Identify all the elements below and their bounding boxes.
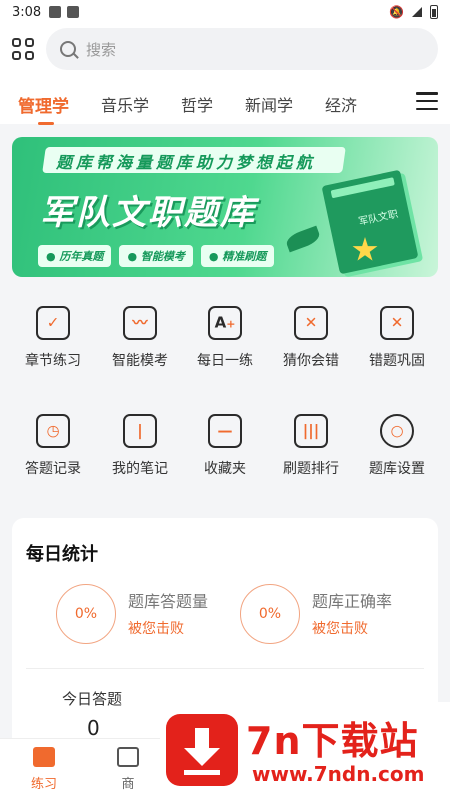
search-placeholder: 搜索	[86, 40, 117, 59]
banner-pill: ● 精准刷题	[200, 245, 275, 267]
grid-label: 错题巩固	[369, 353, 425, 369]
calendar-clock-icon: ◷	[36, 414, 70, 448]
grid-label: 章节练习	[25, 353, 81, 369]
signal-icon	[412, 7, 422, 17]
nav-label: 商	[121, 777, 135, 792]
checkbox-icon: ✓	[36, 306, 70, 340]
banner-pill: ● 历年真题	[38, 245, 112, 267]
nav-label: 练习	[30, 777, 57, 792]
leaf-decoration	[284, 225, 322, 253]
app-notification-icon	[67, 6, 80, 18]
search-input[interactable]: 搜索	[46, 28, 438, 70]
watermark-title: 7n下载站	[246, 719, 419, 763]
banner-title: 军队文职题库	[40, 193, 256, 233]
grid-label: 猜你会错	[283, 353, 339, 369]
store-icon	[117, 747, 139, 767]
status-time: 3:08	[12, 4, 42, 20]
grid-item-favorites[interactable]: — 收藏夹	[180, 414, 270, 478]
grid-item-chapter-practice[interactable]: ✓ 章节练习	[8, 306, 98, 370]
folder-icon: —	[208, 414, 242, 448]
grid-item-my-notes[interactable]: | 我的笔记	[95, 414, 185, 478]
battery-icon	[430, 5, 438, 19]
ranking-chart-icon: |||	[294, 414, 328, 448]
wrong-questions-icon: ✕	[380, 306, 414, 340]
grid-label: 题库设置	[369, 461, 425, 477]
tab-music[interactable]: 音乐学	[101, 92, 149, 116]
tab-journalism[interactable]: 新闻学	[245, 92, 293, 116]
grid-item-wrong-review[interactable]: ✕ 错题巩固	[352, 306, 442, 370]
download-arrow-icon	[166, 714, 238, 786]
nav-practice[interactable]: 练习	[14, 747, 74, 792]
grid-item-ranking[interactable]: ||| 刷题排行	[266, 414, 356, 478]
tab-economics[interactable]: 经济	[325, 92, 357, 116]
site-watermark: 7n下载站 www.7ndn.com	[160, 702, 450, 800]
banner-pills: ● 历年真题 ● 智能模考 ● 精准刷题	[38, 245, 275, 267]
notebook-icon: |	[123, 414, 157, 448]
status-bar: 3:08 🔕	[0, 0, 450, 24]
daily-practice-icon: A+	[208, 306, 242, 340]
grid-label: 收藏夹	[204, 461, 246, 477]
grid-item-bank-settings[interactable]: ○ 题库设置	[352, 414, 442, 478]
nav-store[interactable]: 商	[98, 747, 158, 792]
subject-tabs: 管理学 音乐学 哲学 新闻学 经济	[0, 86, 450, 125]
watermark-url: www.7ndn.com	[252, 762, 425, 786]
today-answers-value: 0	[87, 716, 100, 740]
tabs-fade	[384, 86, 414, 122]
grid-item-smart-mock[interactable]: 〰 智能模考	[95, 306, 185, 370]
menu-icon[interactable]	[416, 92, 438, 110]
answer-volume-circle: 0%	[56, 584, 116, 644]
search-icon	[60, 41, 76, 57]
tab-management[interactable]: 管理学	[18, 92, 69, 125]
banner-pill: ● 智能模考	[119, 245, 193, 267]
grid-label: 每日一练	[197, 353, 253, 369]
mute-bell-icon: 🔕	[389, 5, 404, 19]
accuracy-label: 题库正确率	[312, 592, 393, 611]
category-grid-icon[interactable]	[12, 38, 34, 60]
grid-label: 智能模考	[112, 353, 168, 369]
grid-label: 我的笔记	[112, 461, 168, 477]
stats-title: 每日统计	[26, 544, 98, 565]
promo-banner[interactable]: 题库帮海量题库助力梦想起航 军队文职题库 ● 历年真题 ● 智能模考 ● 精准刷…	[12, 137, 438, 277]
divider	[26, 668, 424, 669]
grid-label: 刷题排行	[283, 461, 339, 477]
grid-item-guess-wrong[interactable]: ✕ 猜你会错	[266, 306, 356, 370]
grid-item-answer-records[interactable]: ◷ 答题记录	[8, 414, 98, 478]
banner-slogan: 题库帮海量题库助力梦想起航	[56, 153, 317, 172]
grid-label: 答题记录	[25, 461, 81, 477]
guess-wrong-icon: ✕	[294, 306, 328, 340]
accuracy-circle: 0%	[240, 584, 300, 644]
image-notification-icon	[49, 6, 62, 18]
grid-item-daily-practice[interactable]: A+ 每日一练	[180, 306, 270, 370]
today-answers-label: 今日答题	[62, 690, 123, 708]
answer-volume-beat: 被您击败	[128, 621, 184, 637]
trend-chart-icon: 〰	[123, 306, 157, 340]
settings-icon: ○	[380, 414, 414, 448]
tab-philosophy[interactable]: 哲学	[181, 92, 213, 116]
accuracy-beat: 被您击败	[312, 621, 368, 637]
practice-icon	[33, 747, 55, 767]
answer-volume-label: 题库答题量	[128, 592, 209, 611]
